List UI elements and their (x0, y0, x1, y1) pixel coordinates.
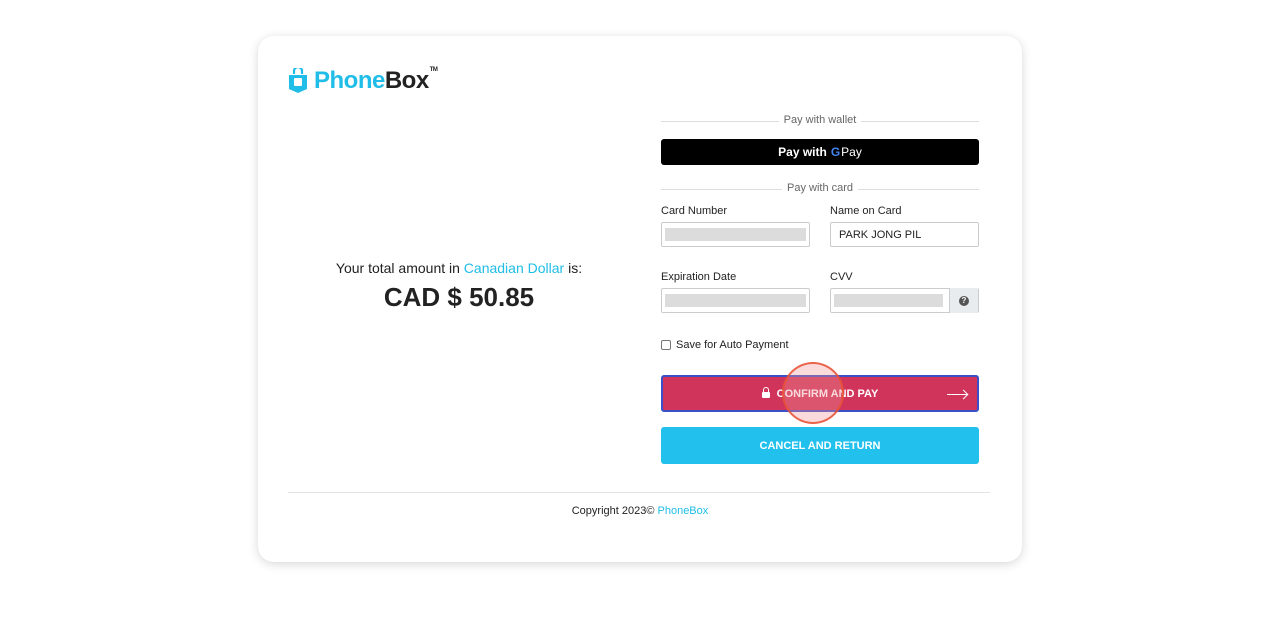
cancel-and-return-button[interactable]: CANCEL AND RETURN (661, 427, 979, 464)
wallet-divider-label: Pay with wallet (778, 114, 862, 126)
question-icon: ? (959, 295, 969, 306)
expiry-masked (665, 294, 806, 307)
name-on-card-input[interactable]: PARK JONG PIL (830, 222, 979, 247)
currency-name: Canadian Dollar (463, 260, 565, 276)
payment-panel: Pay with wallet Pay with G Pay Pay with … (661, 114, 979, 464)
wallet-divider: Pay with wallet (661, 114, 979, 128)
name-on-card-label: Name on Card (830, 205, 902, 217)
google-g-icon: G (830, 145, 841, 159)
lock-icon (761, 387, 770, 398)
footer-divider (288, 492, 990, 493)
card-divider: Pay with card (661, 182, 979, 196)
google-pay-button[interactable]: Pay with G Pay (661, 139, 979, 165)
total-suffix: is: (564, 260, 583, 276)
total-summary: Your total amount in Canadian Dollar is:… (288, 260, 630, 313)
confirm-and-pay-button[interactable]: CONFIRM AND PAY (661, 375, 979, 412)
logo-trademark: TM (429, 67, 438, 73)
logo-box-text: Box (384, 67, 429, 94)
card-number-input[interactable] (661, 222, 810, 247)
confirm-and-pay-label: CONFIRM AND PAY (776, 387, 879, 400)
card-number-label: Card Number (661, 205, 728, 217)
logo-phone-text: Phone (314, 67, 385, 94)
cvv-help-button[interactable]: ? (949, 288, 978, 313)
gpay-pay-text: Pay (841, 145, 862, 159)
phone-bag-icon (289, 68, 307, 93)
cvv-group: CVV ? (830, 271, 979, 313)
save-auto-payment: Save for Auto Payment (661, 339, 979, 351)
footer-brand-link[interactable]: PhoneBox (658, 505, 709, 517)
cvv-masked (834, 294, 943, 307)
expiry-input[interactable] (661, 288, 810, 313)
arrow-right-icon (947, 394, 967, 395)
card-number-group: Card Number (661, 205, 810, 247)
total-amount: CAD $ 50.85 (383, 282, 535, 312)
cancel-and-return-label: CANCEL AND RETURN (759, 439, 881, 452)
name-on-card-value: PARK JONG PIL (839, 228, 922, 241)
card-fields: Card Number Name on Card PARK JONG PIL E… (661, 205, 979, 325)
gpay-label: Pay with (778, 145, 827, 159)
card-divider-label: Pay with card (781, 182, 859, 194)
phonebox-logo: PhoneBoxTM (288, 66, 438, 96)
expiry-label: Expiration Date (661, 271, 737, 283)
expiry-group: Expiration Date (661, 271, 810, 313)
logo-wordmark: PhoneBoxTM (314, 67, 438, 95)
copyright-text: Copyright 2023© (571, 505, 658, 517)
footer: Copyright 2023© PhoneBox (258, 505, 1022, 517)
card-number-masked (665, 228, 806, 241)
save-auto-payment-checkbox[interactable] (661, 340, 671, 350)
name-on-card-group: Name on Card PARK JONG PIL (830, 205, 979, 247)
save-auto-payment-label[interactable]: Save for Auto Payment (676, 339, 789, 351)
cvv-label: CVV (830, 271, 853, 283)
checkout-card: PhoneBoxTM Your total amount in Canadian… (258, 36, 1022, 562)
total-prefix: Your total amount in (335, 260, 464, 276)
cvv-input[interactable]: ? (830, 288, 979, 313)
total-label: Your total amount in Canadian Dollar is: (288, 260, 630, 276)
